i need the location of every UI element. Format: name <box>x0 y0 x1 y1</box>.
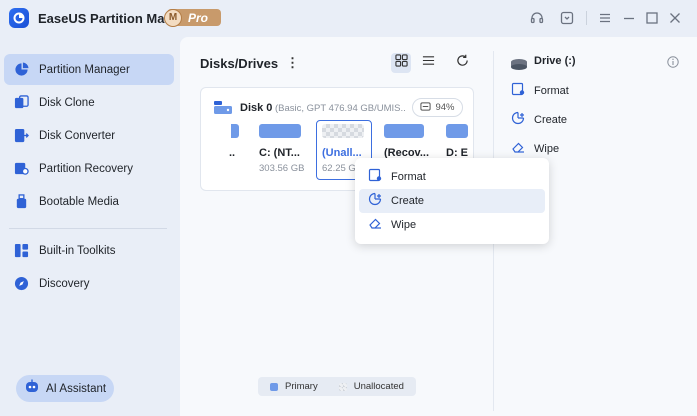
format-icon <box>511 82 525 101</box>
grid-icon <box>394 54 408 72</box>
sidebar-item-label: Disk Clone <box>39 96 95 109</box>
app-logo <box>9 8 29 28</box>
info-icon[interactable] <box>667 55 679 73</box>
ai-assistant-label: AI Assistant <box>46 382 107 395</box>
pro-badge-letter: M <box>164 8 182 27</box>
right-panel-format[interactable]: Format <box>511 82 569 101</box>
partition-bar <box>446 124 468 138</box>
page-title: Disks/Drives <box>200 56 279 71</box>
refresh-button[interactable] <box>452 53 472 73</box>
legend-unallocated: Unallocated <box>353 381 404 392</box>
context-menu-label: Create <box>391 195 425 207</box>
context-menu-label: Wipe <box>391 219 417 231</box>
partition-legend: Primary Unallocated <box>258 377 416 396</box>
disk-icon <box>213 100 233 121</box>
robot-icon <box>24 378 40 399</box>
partition-bar <box>384 124 424 138</box>
pro-badge-label: Pro <box>188 10 209 25</box>
refresh-icon <box>456 54 469 72</box>
sidebar-item-label: Partition Recovery <box>39 162 133 175</box>
partition-size: 303.56 GB <box>259 163 305 174</box>
right-panel-label: Format <box>534 85 569 97</box>
right-panel-label: Wipe <box>534 143 560 155</box>
close-icon[interactable] <box>666 9 684 27</box>
context-menu-wipe[interactable]: Wipe <box>359 213 545 237</box>
sidebar-item-discovery[interactable]: Discovery <box>4 268 174 299</box>
partition-bar <box>259 124 301 138</box>
right-panel-wipe[interactable]: Wipe <box>511 141 559 157</box>
create-icon <box>511 111 525 130</box>
pro-badge[interactable]: M Pro <box>164 8 221 27</box>
partition-bar <box>231 124 239 138</box>
partition-icon <box>13 62 29 78</box>
partition-d[interactable]: D: E <box>446 124 470 159</box>
feedback-icon[interactable] <box>558 9 576 27</box>
sidebar-item-label: Built-in Toolkits <box>39 244 116 257</box>
eraser-icon <box>368 216 382 235</box>
partition-0[interactable]: .. <box>229 124 241 159</box>
sidebar-item-partition-recovery[interactable]: Partition Recovery <box>4 153 174 184</box>
right-panel-label: Create <box>534 114 568 126</box>
sidebar-item-label: Discovery <box>39 277 90 290</box>
partition-c[interactable]: C: (NT... 303.56 GB <box>259 124 307 174</box>
partition-name: .. <box>229 147 236 159</box>
disk-info: (Basic, GPT 476.94 GB/UMIS... <box>275 103 405 114</box>
sidebar-item-partition-manager[interactable]: Partition Manager <box>4 54 174 85</box>
ai-assistant-button[interactable]: AI Assistant <box>16 375 114 402</box>
sidebar-item-label: Bootable Media <box>39 195 119 208</box>
primary-swatch <box>270 382 278 391</box>
drive-title: Drive (:) <box>534 55 576 67</box>
create-icon <box>368 192 382 211</box>
sidebar-item-label: Disk Converter <box>39 129 116 142</box>
list-icon <box>422 54 435 72</box>
list-view-button[interactable] <box>418 53 438 73</box>
grid-view-button[interactable] <box>391 53 411 73</box>
clone-icon <box>13 95 29 111</box>
bootable-icon <box>13 194 29 210</box>
more-options-icon[interactable]: ⋮ <box>286 56 299 69</box>
disk-usage-badge: 94% <box>412 98 463 117</box>
title-bar: EaseUS Partition Master M Pro <box>0 0 697 38</box>
context-menu-format[interactable]: Format <box>359 165 545 189</box>
right-panel-create[interactable]: Create <box>511 111 568 130</box>
sidebar-divider <box>9 228 167 229</box>
sidebar-item-built-in-toolkits[interactable]: Built-in Toolkits <box>4 235 174 266</box>
format-icon <box>368 168 382 187</box>
compass-icon <box>13 276 29 292</box>
unallocated-swatch <box>338 382 347 391</box>
minimize-icon[interactable] <box>620 9 638 27</box>
partition-name: C: (NT... <box>259 147 300 159</box>
partition-recovery[interactable]: (Recov... <box>384 124 432 159</box>
disk-usage-value: 94% <box>435 102 455 113</box>
storage-icon <box>420 101 432 115</box>
context-menu-create[interactable]: Create <box>359 189 545 213</box>
main-panel: Disks/Drives ⋮ Disk 0 (Basic, GPT 476.94… <box>180 37 697 416</box>
recovery-icon <box>13 161 29 177</box>
sidebar-item-bootable-media[interactable]: Bootable Media <box>4 186 174 217</box>
title-divider <box>586 11 587 25</box>
legend-primary: Primary <box>285 381 318 392</box>
context-menu-label: Format <box>391 171 426 183</box>
drive-icon <box>510 57 528 75</box>
sidebar-item-label: Partition Manager <box>39 63 130 76</box>
partition-bar <box>322 124 364 138</box>
headset-icon[interactable] <box>528 9 546 27</box>
toolkit-icon <box>13 243 29 259</box>
disk-name: Disk 0 <box>240 102 273 114</box>
eraser-icon <box>511 140 525 159</box>
sidebar-item-disk-clone[interactable]: Disk Clone <box>4 87 174 118</box>
converter-icon <box>13 128 29 144</box>
menu-icon[interactable] <box>596 9 614 27</box>
maximize-icon[interactable] <box>643 9 661 27</box>
context-menu: Format Create Wipe <box>355 158 549 244</box>
sidebar-item-disk-converter[interactable]: Disk Converter <box>4 120 174 151</box>
